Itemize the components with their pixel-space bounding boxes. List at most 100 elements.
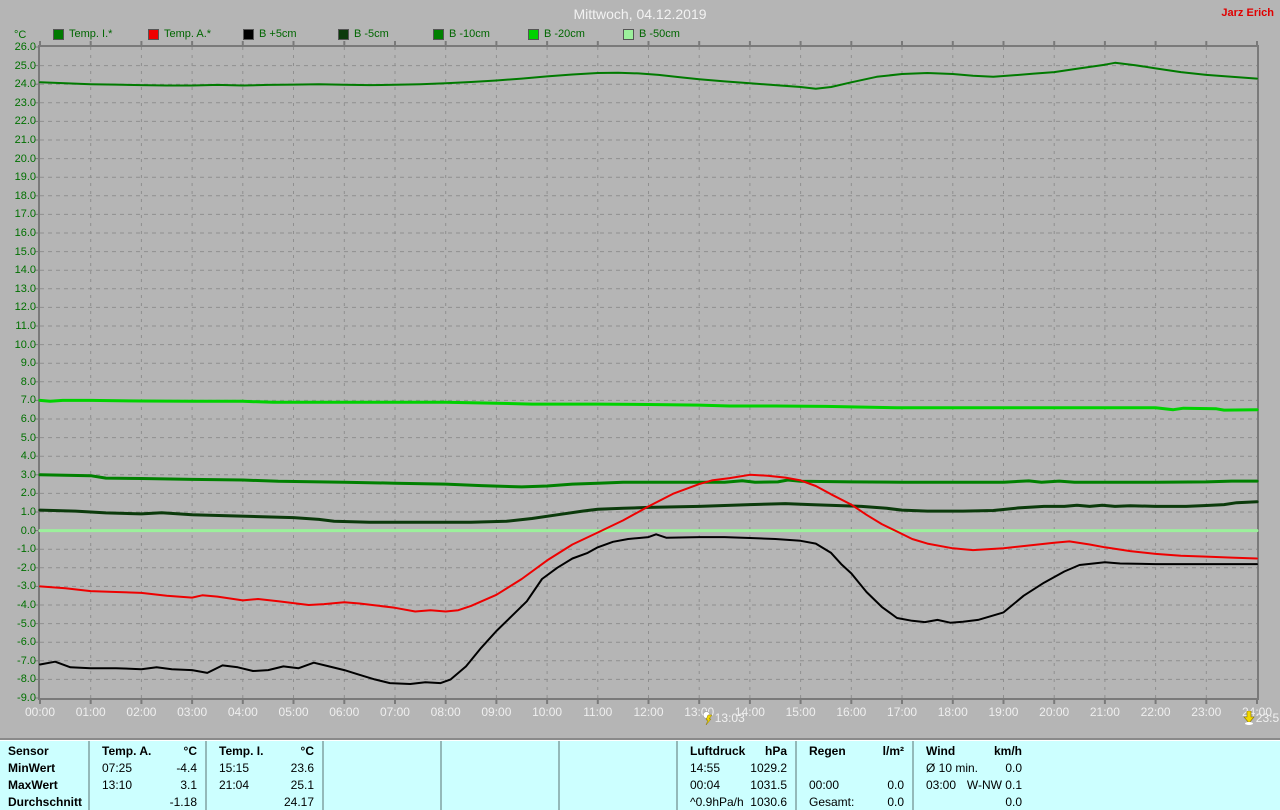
time-marker: 13:03 [702, 711, 745, 725]
chart-plot-area[interactable] [35, 41, 1259, 704]
x-tick-label: 16:00 [836, 705, 867, 719]
legend-item-b-10cm: B -10cm [433, 28, 490, 40]
table-cell: °C [183, 744, 197, 758]
table-cell: Temp. I. [219, 744, 264, 758]
x-tick-label: 09:00 [481, 705, 512, 719]
y-tick-label: -3.0 [17, 580, 36, 593]
table-cell: Gesamt: [809, 795, 855, 809]
table-cell: 23.6 [290, 761, 314, 775]
table-cell: W-NW 0.1 [966, 778, 1022, 792]
x-tick-label: 03:00 [177, 705, 208, 719]
table-section-luftdruck: Luftdruck hPa 14:55 1029.2 00:04 1031.5 ^0.9hP… [676, 741, 797, 810]
table-cell: 15:15 [219, 761, 250, 775]
y-tick-label: -8.0 [17, 673, 36, 686]
y-tick-label: 4.0 [20, 450, 36, 463]
y-tick-label: -9.0 [17, 692, 36, 704]
legend-item-tempa: Temp. A.* [148, 28, 211, 40]
time-marker-label: 23:5 [1255, 711, 1280, 725]
x-tick-label: 21:00 [1089, 705, 1120, 719]
x-tick-label: 12:00 [633, 705, 664, 719]
x-tick-label: 20:00 [1039, 705, 1070, 719]
legend-swatch-icon [338, 28, 349, 40]
table-cell: 03:00 [926, 778, 957, 792]
y-tick-label: 16.0 [14, 227, 36, 239]
y-tick-label: 13.0 [14, 282, 36, 295]
y-tick-label: 26.0 [14, 41, 36, 53]
table-cell: 00:04 [690, 778, 721, 792]
table-cell: 25.1 [290, 778, 314, 792]
legend-swatch-icon [243, 28, 254, 40]
y-tick-label: 17.0 [14, 208, 36, 221]
table-cell: 13:10 [102, 778, 133, 792]
table-cell: Luftdruck [690, 744, 746, 758]
table-cell: Temp. A. [102, 744, 152, 758]
x-tick-label: 15:00 [785, 705, 816, 719]
series-b-10cm [38, 473, 1259, 489]
y-tick-label: 1.0 [20, 506, 36, 518]
legend-swatch-icon [433, 28, 444, 40]
table-cell: Ø 10 min. [926, 761, 979, 775]
x-tick-label: 06:00 [329, 705, 360, 719]
x-tick-label: 19:00 [988, 705, 1019, 719]
y-tick-label: 20.0 [14, 152, 36, 165]
legend-swatch-icon [53, 28, 64, 40]
y-axis-unit-label: °C [14, 29, 27, 41]
table-cell: Regen [809, 744, 846, 758]
legend-item-b-50cm: B -50cm [623, 28, 680, 40]
x-tick-label: 22:00 [1140, 705, 1171, 719]
x-tick-label: 02:00 [126, 705, 157, 719]
legend-swatch-icon [623, 28, 634, 40]
table-section-temp-a: Temp. A. °C 07:25 -4.4 13:10 3.1 -1.18 [88, 741, 207, 810]
x-tick-label: 07:00 [379, 705, 410, 719]
x-tick-label: 04:00 [227, 705, 258, 719]
table-row-label: Durchschnitt [8, 795, 83, 809]
y-tick-label: 22.0 [14, 115, 36, 128]
legend-item-label: B -5cm [354, 28, 389, 40]
y-tick-label: 23.0 [14, 96, 36, 109]
legend-swatch-icon [148, 28, 159, 40]
legend-item-label: B -10cm [449, 28, 490, 40]
page-title: Mittwoch, 04.12.2019 [573, 6, 707, 22]
y-tick-label: -2.0 [17, 561, 36, 574]
arrow-marker-icon [1243, 711, 1255, 725]
table-cell: hPa [764, 744, 787, 758]
legend-item-label: Temp. I.* [69, 28, 113, 40]
y-tick-label: 12.0 [14, 301, 36, 314]
x-tick-label: 08:00 [430, 705, 461, 719]
table-cell: 24.17 [283, 795, 314, 809]
y-tick-label: 24.0 [14, 78, 36, 91]
y-tick-label: 11.0 [15, 320, 36, 332]
y-tick-label: 7.0 [20, 394, 36, 407]
y-tick-label: 18.0 [14, 189, 36, 202]
table-cell: ^0.9hPa/h [690, 795, 744, 809]
legend-item-label: B -50cm [639, 28, 680, 40]
y-tick-label: 14.0 [14, 264, 36, 277]
table-cell: 3.1 [180, 778, 197, 792]
y-tick-label: 15.0 [14, 245, 36, 258]
legend-item-b-5cm: B -5cm [338, 28, 389, 40]
weather-logger-window: Mittwoch, 04.12.2019 Jarz Erich °C Temp.… [0, 0, 1280, 810]
table-section-empty-2 [440, 741, 560, 810]
legend-item-label: B -20cm [544, 28, 585, 40]
table-cell: °C [300, 744, 314, 758]
y-tick-label: -7.0 [17, 654, 36, 667]
table-cell: 21:04 [219, 778, 250, 792]
table-row-label: MaxWert [8, 778, 58, 792]
table-cell: -4.4 [176, 761, 197, 775]
table-cell: 1031.5 [750, 778, 787, 792]
table-cell: 1029.2 [750, 761, 787, 775]
legend-swatch-icon [528, 28, 539, 40]
table-cell: 00:00 [809, 778, 840, 792]
table-section-wind: Wind km/h Ø 10 min. 0.0 03:00 W-NW 0.1 0.0 [912, 741, 1032, 810]
table-cell: 0.0 [1005, 795, 1022, 809]
table-section-empty-1 [322, 741, 442, 810]
legend-item-tempi: Temp. I.* [53, 28, 112, 40]
storm-marker-icon [702, 711, 713, 725]
y-tick-label: 3.0 [20, 468, 36, 481]
x-tick-label: 17:00 [887, 705, 918, 719]
table-cell: 0.0 [1005, 761, 1022, 775]
time-marker: 23:5 [1243, 711, 1279, 725]
y-tick-label: 5.0 [20, 431, 36, 444]
y-tick-label: 9.0 [20, 357, 36, 370]
y-tick-label: 25.0 [14, 59, 36, 72]
